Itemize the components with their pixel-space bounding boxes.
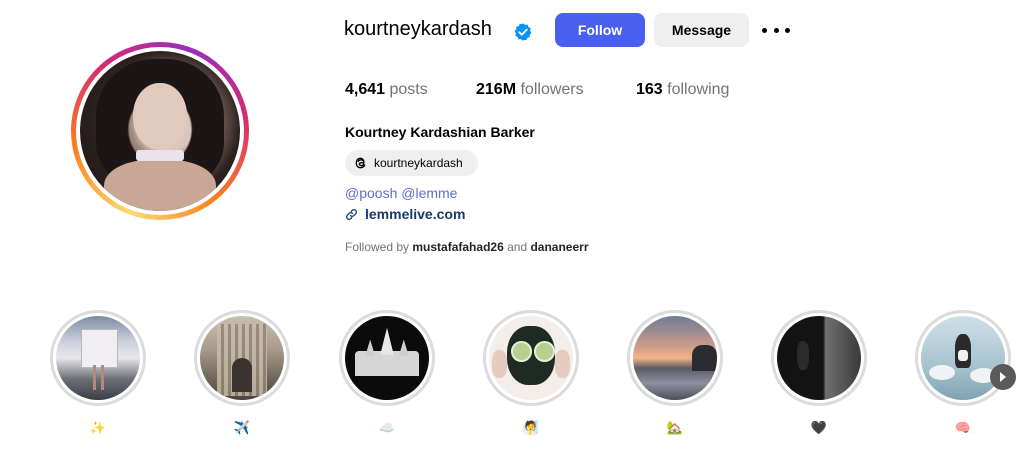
highlight-label: ☁️ xyxy=(378,420,396,435)
highlight-item[interactable] xyxy=(915,310,1011,406)
followed-by-text: Followed by mustafafahad26 and dananeerr xyxy=(345,240,589,254)
highlight-item[interactable] xyxy=(50,310,146,406)
mention-lemme[interactable]: @lemme xyxy=(401,185,457,201)
mention-poosh[interactable]: @poosh xyxy=(345,185,397,201)
link-icon xyxy=(346,208,357,220)
highlight-label: 🖤 xyxy=(810,420,828,435)
highlight-item[interactable] xyxy=(627,310,723,406)
more-options-icon[interactable] xyxy=(762,20,790,40)
highlight-label: 🏡 xyxy=(666,420,684,435)
highlight-label: ✈️ xyxy=(233,420,251,435)
highlight-item[interactable] xyxy=(339,310,435,406)
posts-count: 4,641 posts xyxy=(345,81,428,98)
highlight-item[interactable] xyxy=(771,310,867,406)
highlight-label: ✨ xyxy=(89,420,107,435)
website-link[interactable]: lemmelive.com xyxy=(345,206,465,222)
message-button[interactable]: Message xyxy=(654,13,749,47)
verified-badge-icon xyxy=(514,23,532,41)
following-count[interactable]: 163 following xyxy=(636,81,729,99)
follow-button[interactable]: Follow xyxy=(555,13,645,47)
followed-by-user[interactable]: dananeerr xyxy=(530,240,588,254)
threads-link[interactable]: kourtneykardash xyxy=(345,150,478,176)
profile-avatar[interactable] xyxy=(71,42,249,220)
followed-by-user[interactable]: mustafafahad26 xyxy=(412,240,503,254)
bio-mentions: @poosh @lemme xyxy=(345,185,457,201)
threads-icon xyxy=(355,157,366,169)
highlight-label: 🧖 xyxy=(522,420,540,435)
highlight-item[interactable] xyxy=(483,310,579,406)
followers-count[interactable]: 216M followers xyxy=(476,81,584,99)
highlight-label: 🧠 xyxy=(954,420,972,435)
profile-username: kourtneykardash xyxy=(344,18,492,40)
chevron-right-icon xyxy=(1000,372,1006,382)
highlights-next-button[interactable] xyxy=(990,364,1016,390)
profile-full-name: Kourtney Kardashian Barker xyxy=(345,124,535,140)
highlight-item[interactable] xyxy=(194,310,290,406)
avatar-photo xyxy=(80,51,240,211)
